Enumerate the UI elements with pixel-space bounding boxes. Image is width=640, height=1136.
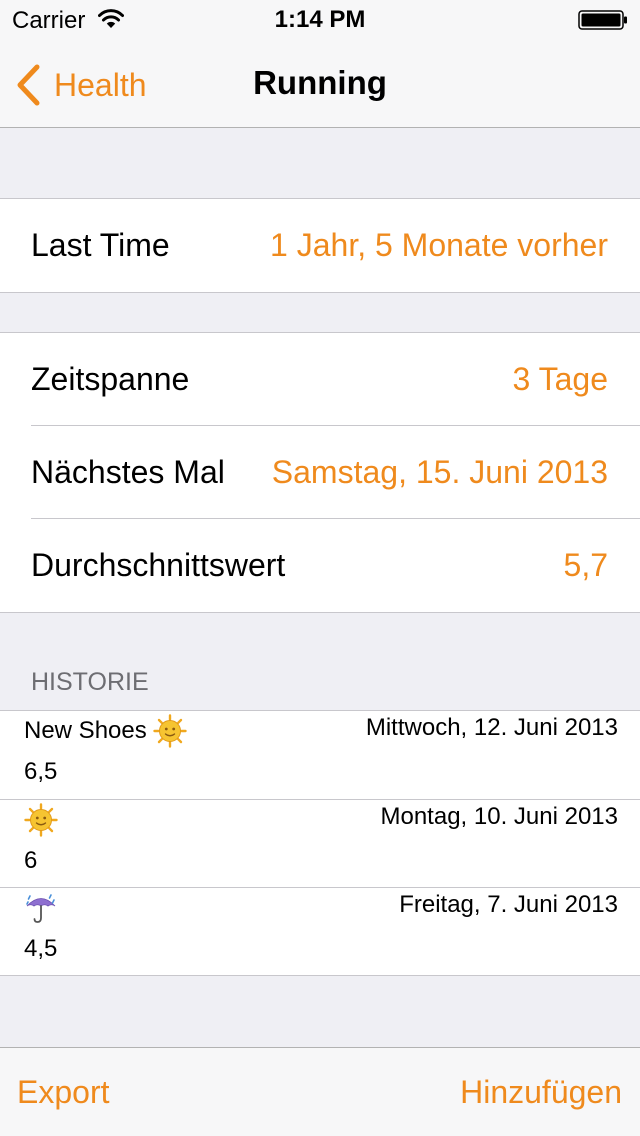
average-label: Durchschnittswert <box>31 547 286 583</box>
bottom-toolbar: Export Hinzufügen <box>0 1047 640 1136</box>
average-value: 5,7 <box>563 547 608 583</box>
history-entry-date: Mittwoch, 12. Juni 2013 <box>365 714 618 741</box>
add-button[interactable]: Hinzufügen <box>460 1074 622 1111</box>
list-item[interactable]: Freitag, 7. Juni 2013 4,5 <box>0 887 640 975</box>
history-entry-value: 6,5 <box>24 758 58 785</box>
average-cell[interactable]: Durchschnittswert 5,7 <box>0 518 640 612</box>
list-item[interactable]: New Shoes Mittwoch, 12. Juni 2013 6,5 <box>0 711 640 799</box>
history-entry-title: New Shoes <box>24 714 187 748</box>
history-entry-note: New Shoes <box>24 717 147 744</box>
export-button[interactable]: Export <box>17 1074 109 1111</box>
history-entry-title <box>24 803 58 837</box>
sun-icon <box>24 803 58 837</box>
next-time-value: Samstag, 15. Juni 2013 <box>271 454 608 490</box>
history-entry-date: Montag, 10. Juni 2013 <box>380 803 618 830</box>
summary-group: Last Time 1 Jahr, 5 Monate vorher <box>0 198 640 293</box>
last-time-cell[interactable]: Last Time 1 Jahr, 5 Monate vorher <box>0 199 640 292</box>
interval-label: Zeitspanne <box>31 361 190 397</box>
navigation-bar: Carrier 1:14 PM Health Running <box>0 0 640 128</box>
page-title: Running <box>253 64 387 101</box>
next-time-label: Nächstes Mal <box>31 454 225 490</box>
app-screen: Carrier 1:14 PM Health Running Last Time <box>0 0 640 1136</box>
battery-icon <box>578 10 627 30</box>
interval-value: 3 Tage <box>512 361 609 397</box>
umbrella-rain-icon <box>24 891 58 925</box>
history-entry-value: 4,5 <box>24 935 58 962</box>
interval-cell[interactable]: Zeitspanne 3 Tage <box>0 333 640 426</box>
sun-icon <box>153 714 187 748</box>
last-time-value: 1 Jahr, 5 Monate vorher <box>270 227 608 263</box>
history-entry-title <box>24 891 58 925</box>
history-entry-value: 6 <box>24 847 38 874</box>
status-bar: Carrier 1:14 PM <box>0 0 640 40</box>
history-list: New Shoes Mittwoch, 12. Juni 2013 6,5 Mo… <box>0 710 640 976</box>
clock: 1:14 PM <box>274 6 366 33</box>
list-item[interactable]: Montag, 10. Juni 2013 6 <box>0 799 640 887</box>
stats-group: Zeitspanne 3 Tage Nächstes Mal Samstag, … <box>0 332 640 613</box>
history-entry-date: Freitag, 7. Juni 2013 <box>399 891 618 918</box>
last-time-label: Last Time <box>31 227 170 263</box>
history-header: HISTORIE <box>31 668 149 696</box>
next-time-cell[interactable]: Nächstes Mal Samstag, 15. Juni 2013 <box>0 425 640 519</box>
